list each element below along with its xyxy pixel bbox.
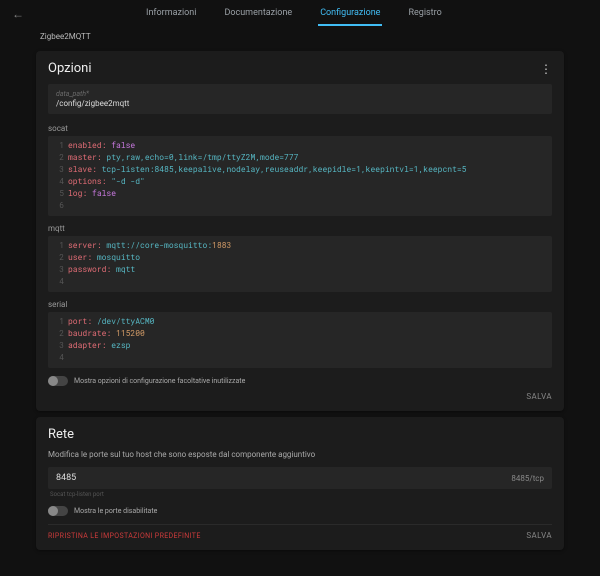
- network-title: Rete: [48, 427, 74, 442]
- disabled-ports-label: Mostra le porte disabilitate: [74, 507, 157, 515]
- disabled-ports-toggle[interactable]: [48, 506, 68, 516]
- data-path-label: data_path*: [56, 90, 544, 98]
- port-row[interactable]: 8485 8485/tcp: [48, 467, 552, 489]
- tab-config[interactable]: Configurazione: [318, 2, 382, 26]
- back-arrow-icon[interactable]: ←: [12, 7, 24, 21]
- tab-bar: Informazioni Documentazione Configurazio…: [144, 2, 444, 26]
- port-label: 8485/tcp: [511, 474, 544, 483]
- network-card: Rete Modifica le porte sul tuo host che …: [36, 417, 564, 550]
- serial-label: serial: [48, 300, 552, 309]
- tab-log[interactable]: Registro: [406, 2, 443, 26]
- reset-defaults-button[interactable]: RIPRISTINA LE IMPOSTAZIONI PREDEFINITE: [48, 532, 201, 540]
- data-path-field[interactable]: data_path* /config/zigbee2mqtt: [48, 84, 552, 114]
- unused-options-toggle[interactable]: [48, 376, 68, 386]
- tab-info[interactable]: Informazioni: [144, 2, 198, 26]
- mqtt-label: mqtt: [48, 224, 552, 233]
- network-save-button[interactable]: SALVA: [526, 531, 552, 540]
- serial-editor[interactable]: 1port: /dev/ttyACM0 2baudrate: 115200 3a…: [48, 312, 552, 368]
- socat-label: socat: [48, 124, 552, 133]
- port-value: 8485: [56, 473, 76, 483]
- options-card: Opzioni ⋮ data_path* /config/zigbee2mqtt…: [36, 51, 564, 411]
- breadcrumb: Zigbee2MQTT: [0, 28, 600, 45]
- options-save-button[interactable]: SALVA: [526, 392, 552, 401]
- network-desc: Modifica le porte sul tuo host che sono …: [48, 450, 552, 459]
- options-title: Opzioni: [48, 61, 92, 76]
- mqtt-editor[interactable]: 1server: mqtt://core-mosquitto:1883 2use…: [48, 236, 552, 292]
- socat-editor[interactable]: 1enabled: false 2master: pty,raw,echo=0,…: [48, 136, 552, 216]
- tab-docs[interactable]: Documentazione: [222, 2, 294, 26]
- unused-options-label: Mostra opzioni di configurazione facolta…: [74, 377, 245, 385]
- options-menu-icon[interactable]: ⋮: [540, 62, 552, 76]
- data-path-value: /config/zigbee2mqtt: [56, 99, 544, 108]
- port-sublabel: Socat tcp-listen port: [50, 491, 552, 498]
